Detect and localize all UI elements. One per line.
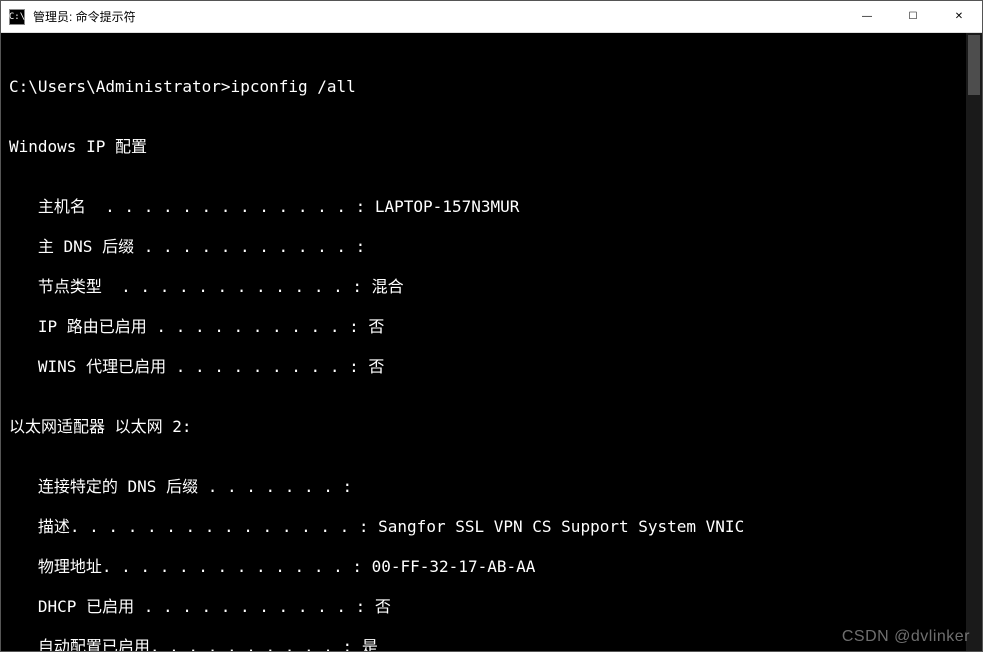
config-line: 主机名 . . . . . . . . . . . . . : LAPTOP-1…: [9, 197, 980, 217]
command-prompt-window: C:\ 管理员: 命令提示符 — ☐ ✕ C:\Users\Administra…: [0, 0, 983, 652]
adapter-header: 以太网适配器 以太网 2:: [9, 417, 980, 437]
window-controls: — ☐ ✕: [844, 1, 982, 32]
maximize-button[interactable]: ☐: [890, 1, 936, 32]
config-line: 节点类型 . . . . . . . . . . . . : 混合: [9, 277, 980, 297]
prompt-line: C:\Users\Administrator>ipconfig /all: [9, 77, 980, 97]
config-line: 描述. . . . . . . . . . . . . . . : Sangfo…: [9, 517, 980, 537]
terminal-output[interactable]: C:\Users\Administrator>ipconfig /all Win…: [1, 33, 982, 651]
config-line: 自动配置已启用. . . . . . . . . . : 是: [9, 637, 980, 651]
config-line: 连接特定的 DNS 后缀 . . . . . . . :: [9, 477, 980, 497]
config-line: 物理地址. . . . . . . . . . . . . : 00-FF-32…: [9, 557, 980, 577]
scrollbar-thumb[interactable]: [968, 35, 980, 95]
config-line: 主 DNS 后缀 . . . . . . . . . . . :: [9, 237, 980, 257]
config-line: IP 路由已启用 . . . . . . . . . . : 否: [9, 317, 980, 337]
section-header: Windows IP 配置: [9, 137, 980, 157]
scrollbar[interactable]: [966, 33, 982, 651]
window-title: 管理员: 命令提示符: [33, 8, 844, 25]
config-line: DHCP 已启用 . . . . . . . . . . . : 否: [9, 597, 980, 617]
minimize-button[interactable]: —: [844, 1, 890, 32]
config-line: WINS 代理已启用 . . . . . . . . . : 否: [9, 357, 980, 377]
app-icon: C:\: [9, 9, 25, 25]
titlebar[interactable]: C:\ 管理员: 命令提示符 — ☐ ✕: [1, 1, 982, 33]
close-button[interactable]: ✕: [936, 1, 982, 32]
